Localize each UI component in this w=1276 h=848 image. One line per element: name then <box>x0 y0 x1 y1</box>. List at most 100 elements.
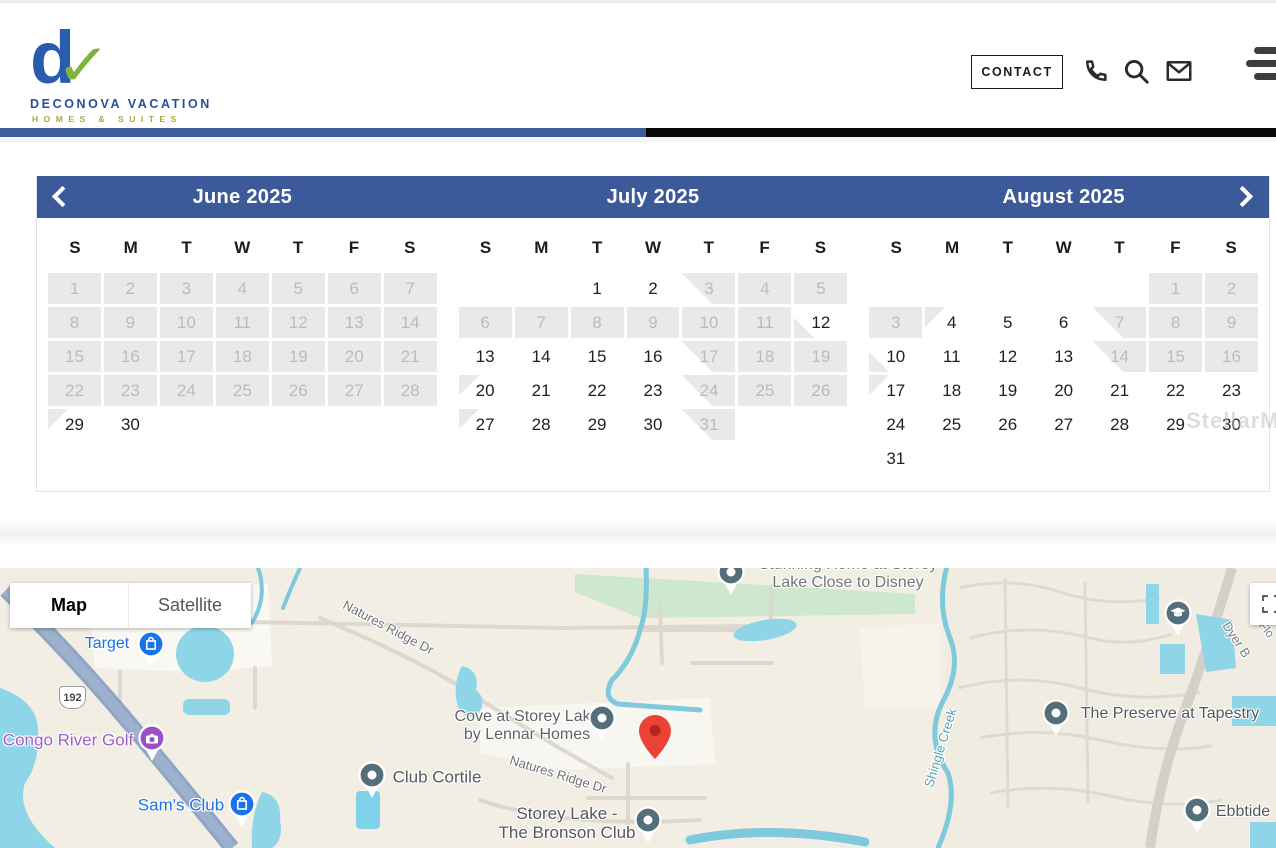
day-of-week-header: W <box>626 232 680 264</box>
fullscreen-button[interactable] <box>1250 583 1276 625</box>
day-july-2025-4: 4 <box>738 273 791 304</box>
day-august-2025-22[interactable]: 22 <box>1149 375 1202 406</box>
day-july-2025-12[interactable]: 12 <box>794 307 847 338</box>
mail-icon[interactable] <box>1164 56 1194 86</box>
day-empty <box>981 273 1034 304</box>
day-empty <box>1037 273 1090 304</box>
day-july-2025-16[interactable]: 16 <box>627 341 680 372</box>
day-july-2025-15[interactable]: 15 <box>571 341 624 372</box>
day-august-2025-20[interactable]: 20 <box>1037 375 1090 406</box>
day-august-2025-17[interactable]: 17 <box>869 375 922 406</box>
day-july-2025-1[interactable]: 1 <box>571 273 624 304</box>
day-of-week-header: S <box>48 232 102 264</box>
day-june-2025-28: 28 <box>384 375 437 406</box>
day-june-2025-16: 16 <box>104 341 157 372</box>
poi-pin-stunning-home[interactable] <box>716 568 746 603</box>
day-august-2025-21[interactable]: 21 <box>1093 375 1146 406</box>
shop-pin-sams-club[interactable] <box>227 790 257 835</box>
day-june-2025-13: 13 <box>328 307 381 338</box>
day-august-2025-14: 14 <box>1093 341 1146 372</box>
label-storey-lake-bronson-club: Storey Lake -The Bronson Club <box>498 804 635 842</box>
day-june-2025-21: 21 <box>384 341 437 372</box>
day-august-2025-16: 16 <box>1205 341 1258 372</box>
day-july-2025-21[interactable]: 21 <box>515 375 568 406</box>
day-july-2025-24: 24 <box>682 375 735 406</box>
day-june-2025-4: 4 <box>216 273 269 304</box>
label-club-cortile: Club Cortile <box>393 767 482 786</box>
day-july-2025-2[interactable]: 2 <box>627 273 680 304</box>
day-july-2025-20[interactable]: 20 <box>459 375 512 406</box>
school-pin[interactable] <box>1163 599 1193 644</box>
poi-pin-cove[interactable] <box>587 704 617 749</box>
day-of-week-header: S <box>383 232 437 264</box>
contact-button[interactable]: CONTACT <box>971 55 1063 89</box>
day-july-2025-22[interactable]: 22 <box>571 375 624 406</box>
day-august-2025-11[interactable]: 11 <box>925 341 978 372</box>
day-july-2025-29[interactable]: 29 <box>571 409 624 440</box>
main-location-pin[interactable] <box>638 714 672 765</box>
shop-pin-target[interactable] <box>136 630 166 675</box>
day-august-2025-15: 15 <box>1149 341 1202 372</box>
route-shield-192: 192 <box>59 686 86 709</box>
day-august-2025-23[interactable]: 23 <box>1205 375 1258 406</box>
day-august-2025-6[interactable]: 6 <box>1037 307 1090 338</box>
month-title-june: June 2025 <box>37 186 448 209</box>
day-august-2025-19[interactable]: 19 <box>981 375 1034 406</box>
attraction-pin-congo[interactable] <box>137 724 167 769</box>
day-august-2025-28[interactable]: 28 <box>1093 409 1146 440</box>
day-august-2025-12[interactable]: 12 <box>981 341 1034 372</box>
day-august-2025-2: 2 <box>1205 273 1258 304</box>
calendar-prev-button[interactable] <box>55 189 69 203</box>
poi-pin-club-cortile[interactable] <box>357 761 387 806</box>
label-cove-at-storey-lake: Cove at Storey Lakeby Lennar Homes <box>455 708 600 744</box>
day-june-2025-12: 12 <box>272 307 325 338</box>
calendar-month-july: SMTWTFS123456789101112131415161718192021… <box>459 232 848 477</box>
search-icon[interactable] <box>1121 56 1151 86</box>
day-june-2025-30[interactable]: 30 <box>104 409 157 440</box>
day-june-2025-9: 9 <box>104 307 157 338</box>
day-august-2025-24[interactable]: 24 <box>869 409 922 440</box>
day-august-2025-31[interactable]: 31 <box>869 443 922 474</box>
map-canvas[interactable]: TargetCongo River GolfSam's ClubCove at … <box>0 568 1276 848</box>
label-sams-club: Sam's Club <box>138 795 224 814</box>
day-august-2025-5[interactable]: 5 <box>981 307 1034 338</box>
day-july-2025-18: 18 <box>738 341 791 372</box>
poi-pin-bronson-club[interactable] <box>633 806 663 848</box>
day-august-2025-25[interactable]: 25 <box>925 409 978 440</box>
menu-bar <box>1254 73 1276 80</box>
map-button[interactable]: Map <box>10 583 128 628</box>
day-july-2025-13[interactable]: 13 <box>459 341 512 372</box>
day-august-2025-18[interactable]: 18 <box>925 375 978 406</box>
day-of-week-header: T <box>160 232 214 264</box>
menu-icon[interactable] <box>1246 47 1276 86</box>
day-empty <box>272 409 325 440</box>
day-august-2025-10[interactable]: 10 <box>869 341 922 372</box>
logo[interactable]: d ✓ DECONOVA VACATION HOMES & SUITES <box>30 17 212 124</box>
day-july-2025-6: 6 <box>459 307 512 338</box>
day-of-week-header: W <box>1037 232 1091 264</box>
day-june-2025-2: 2 <box>104 273 157 304</box>
day-august-2025-26[interactable]: 26 <box>981 409 1034 440</box>
day-june-2025-29[interactable]: 29 <box>48 409 101 440</box>
calendar-next-button[interactable] <box>1235 189 1249 203</box>
day-of-week-header: T <box>271 232 325 264</box>
day-august-2025-13[interactable]: 13 <box>1037 341 1090 372</box>
day-august-2025-4[interactable]: 4 <box>925 307 978 338</box>
day-july-2025-23[interactable]: 23 <box>627 375 680 406</box>
poi-pin-preserve[interactable] <box>1041 699 1071 744</box>
day-july-2025-28[interactable]: 28 <box>515 409 568 440</box>
phone-icon[interactable] <box>1081 56 1111 86</box>
poi-pin-ebbtide[interactable] <box>1182 796 1212 841</box>
day-empty <box>925 443 978 474</box>
day-june-2025-25: 25 <box>216 375 269 406</box>
day-july-2025-31: 31 <box>682 409 735 440</box>
day-empty <box>515 273 568 304</box>
day-august-2025-27[interactable]: 27 <box>1037 409 1090 440</box>
day-august-2025-8: 8 <box>1149 307 1202 338</box>
day-july-2025-30[interactable]: 30 <box>627 409 680 440</box>
calendar-month-june: SMTWTFS123456789101112131415161718192021… <box>48 232 437 477</box>
day-july-2025-14[interactable]: 14 <box>515 341 568 372</box>
satellite-button[interactable]: Satellite <box>128 583 251 628</box>
day-july-2025-27[interactable]: 27 <box>459 409 512 440</box>
day-of-week-header: T <box>682 232 736 264</box>
